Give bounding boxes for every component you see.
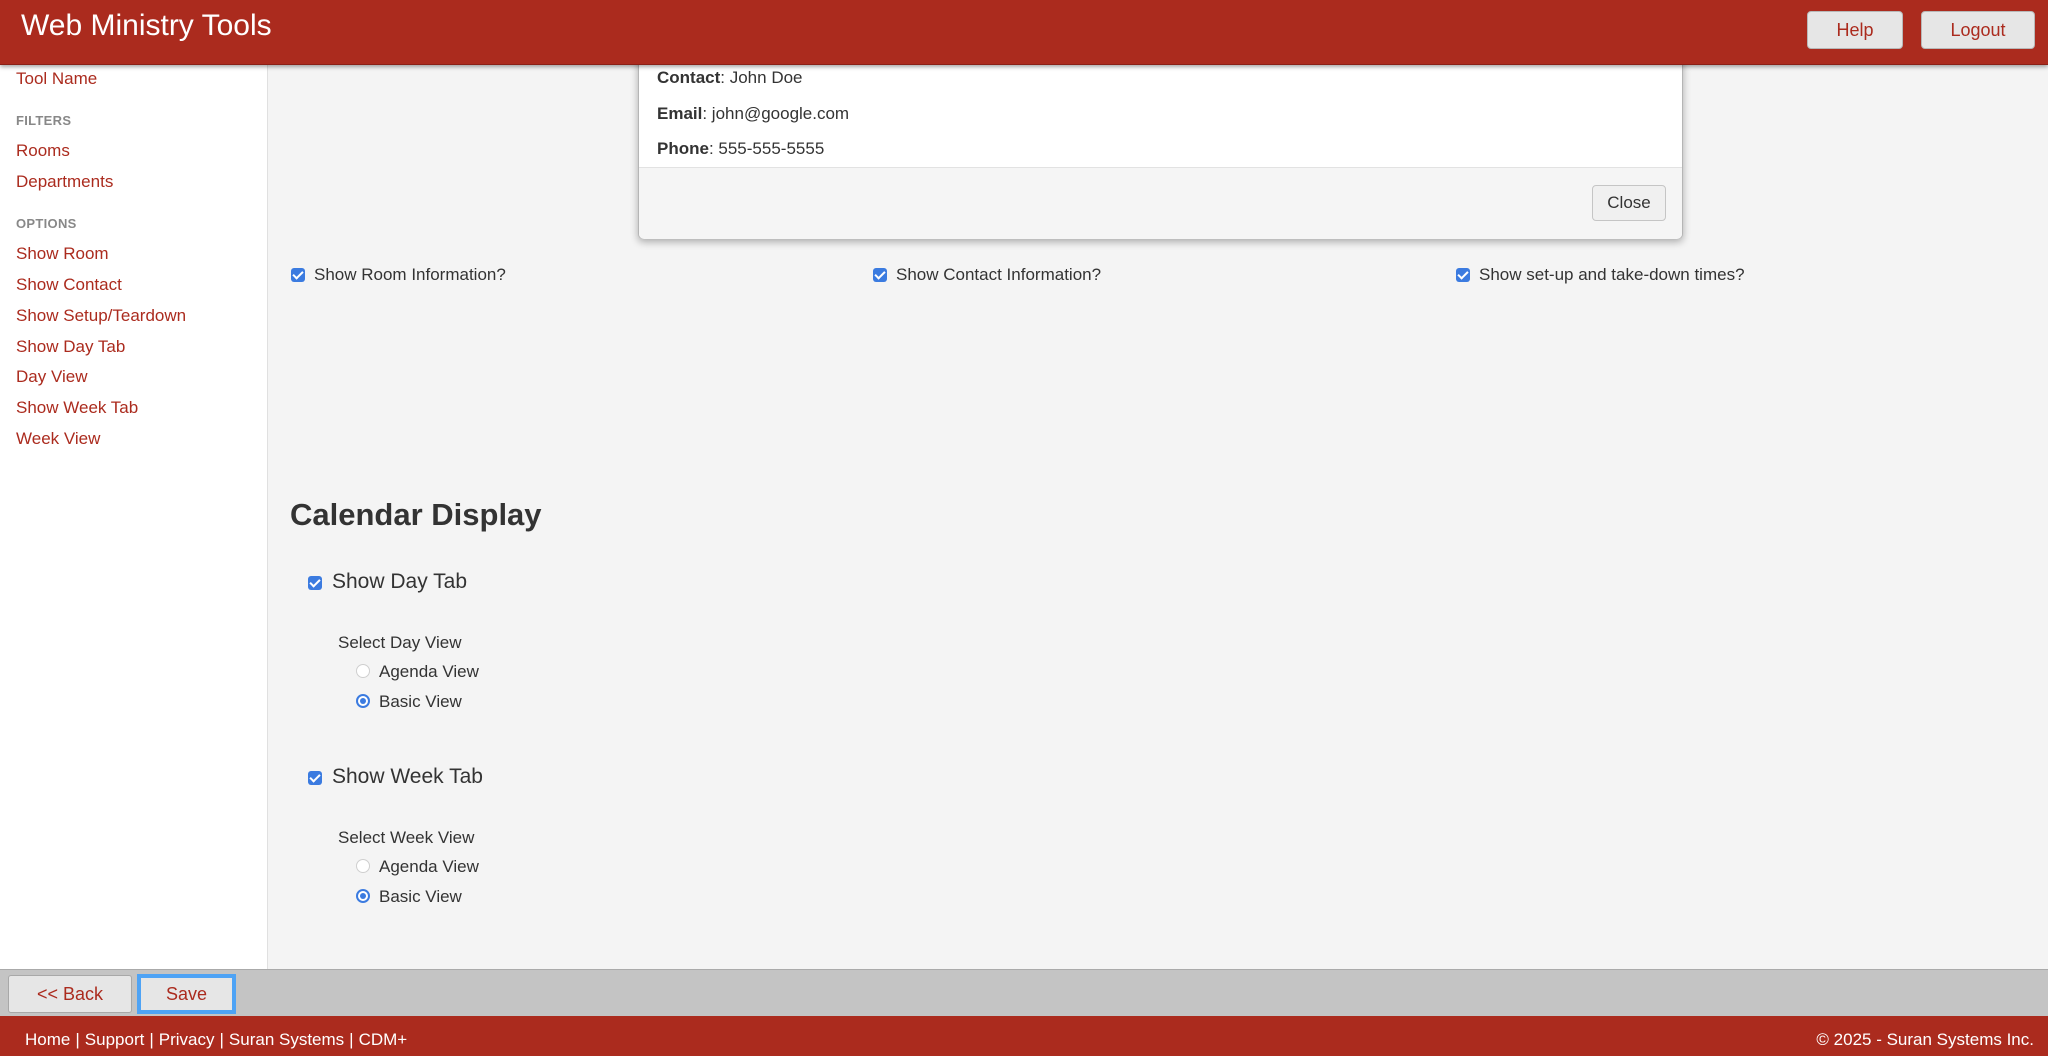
footer-links: Home | Support | Privacy | Suran Systems… [25,1030,407,1050]
app-title: Web Ministry Tools [21,9,272,42]
day-basic-view-radio[interactable] [356,694,370,708]
phone-value: : 555-555-5555 [708,139,825,158]
contact-info-modal: Contact: John Doe Email: john@google.com… [638,40,1683,239]
footer-separator: | [75,1030,80,1049]
select-day-view-label: Select Day View [338,633,462,652]
footer-separator: | [349,1030,354,1049]
email-label: Email [657,104,703,123]
sidebar-item-tool-name[interactable]: Tool Name [16,69,97,89]
phone-label: Phone [657,139,709,158]
sidebar-heading-options: OPTIONS [16,216,77,231]
sidebar-item-day-view[interactable]: Day View [16,367,88,387]
footer-link-cdm[interactable]: CDM+ [359,1030,408,1050]
copyright-text: © 2025 - Suran Systems Inc. [1816,1030,2034,1049]
calendar-display-title: Calendar Display [290,497,542,532]
footer-link-support[interactable]: Support [85,1030,145,1050]
footer-link-privacy[interactable]: Privacy [159,1030,215,1050]
back-button[interactable]: << Back [8,975,132,1013]
setup-times-checkbox[interactable] [1456,268,1470,282]
room-info-label: Show Room Information? [314,265,506,284]
sidebar-item-show-setup-teardown[interactable]: Show Setup/Teardown [16,306,186,326]
modal-phone-line: Phone: 555-555-5555 [657,139,824,159]
day-agenda-view-label: Agenda View [379,662,479,681]
sidebar-item-show-room[interactable]: Show Room [16,244,109,264]
day-agenda-view-radio[interactable] [356,664,370,678]
show-day-tab-checkbox[interactable] [308,576,322,590]
footer-link-suran-systems[interactable]: Suran Systems [229,1030,344,1050]
select-week-view-label: Select Week View [338,828,475,847]
action-bar: << Back Save [0,969,2048,1016]
footer-link-home[interactable]: Home [25,1030,70,1050]
show-week-tab-checkbox[interactable] [308,771,322,785]
footer-separator: | [219,1030,224,1049]
close-button[interactable]: Close [1592,185,1666,221]
contact-value: : John Doe [720,68,803,87]
sidebar-item-show-week-tab[interactable]: Show Week Tab [16,398,138,418]
save-button[interactable]: Save [137,974,236,1014]
sidebar-item-show-contact[interactable]: Show Contact [16,275,122,295]
email-value: : john@google.com [702,104,850,123]
sidebar-item-week-view[interactable]: Week View [16,429,100,449]
logout-button[interactable]: Logout [1921,11,2035,49]
help-button[interactable]: Help [1807,11,1903,49]
page-footer: Home | Support | Privacy | Suran Systems… [0,1016,2048,1056]
contact-info-checkbox[interactable] [873,268,887,282]
sidebar-item-show-day-tab[interactable]: Show Day Tab [16,337,125,357]
week-basic-view-label: Basic View [379,887,462,906]
week-agenda-view-label: Agenda View [379,857,479,876]
sidebar-item-rooms[interactable]: Rooms [16,141,70,161]
app-header: Web Ministry Tools Help Logout [0,0,2048,65]
day-basic-view-label: Basic View [379,692,462,711]
setup-times-label: Show set-up and take-down times? [1479,265,1745,284]
contact-label: Contact [657,68,721,87]
contact-info-label: Show Contact Information? [896,265,1102,284]
week-agenda-view-radio[interactable] [356,859,370,873]
modal-contact-line: Contact: John Doe [657,68,803,88]
week-basic-view-radio[interactable] [356,889,370,903]
footer-separator: | [149,1030,154,1049]
sidebar-heading-filters: FILTERS [16,113,72,128]
sidebar: Tool Name FILTERS Rooms Departments OPTI… [0,65,268,969]
modal-footer: Close [639,167,1682,239]
show-week-tab-label: Show Week Tab [332,765,483,788]
sidebar-item-departments[interactable]: Departments [16,172,113,192]
room-info-checkbox[interactable] [291,268,305,282]
show-day-tab-label: Show Day Tab [332,570,468,593]
modal-email-line: Email: john@google.com [657,104,849,124]
